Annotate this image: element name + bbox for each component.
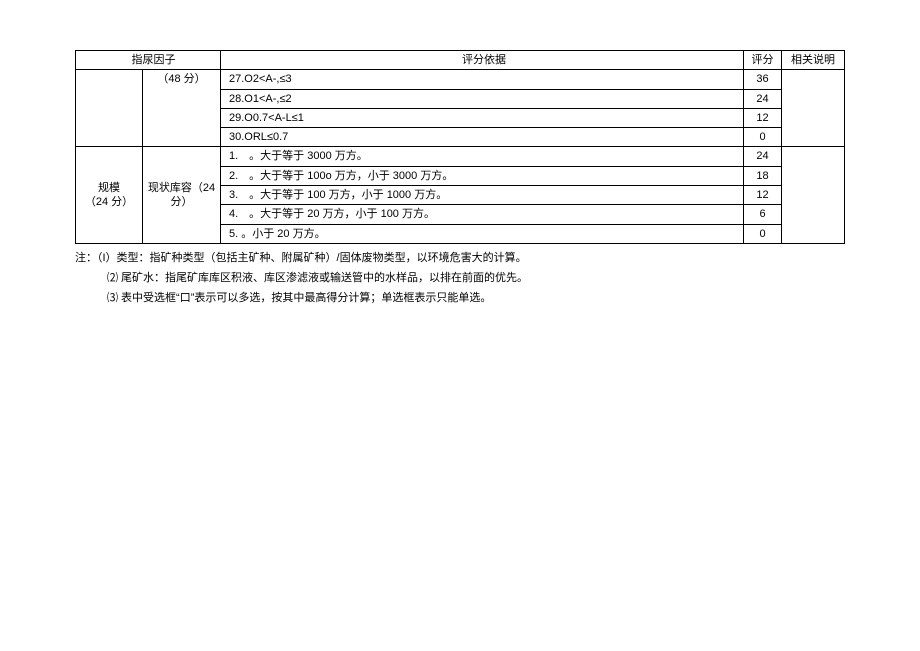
criteria-cell: 1. 。大于等于 3000 万方。	[221, 147, 744, 166]
score-cell: 0	[744, 224, 782, 243]
group2-note	[782, 147, 845, 243]
criteria-cell: 4. 。大于等于 20 万方，小于 100 万方。	[221, 205, 744, 224]
group1-factor: （48 分）	[143, 70, 221, 147]
criteria-cell: 5. 。小于 20 万方。	[221, 224, 744, 243]
footnote-2: ⑵ 尾矿水：指尾矿库库区积液、库区渗滤液或输送管中的水样品，以排在前面的优先。	[75, 269, 845, 289]
criteria-cell: 30.ORL≤0.7	[221, 128, 744, 147]
score-cell: 12	[744, 186, 782, 205]
header-factor: 尿因子	[143, 51, 221, 70]
header-score: 评分	[744, 51, 782, 70]
header-indicator: 指	[76, 51, 143, 70]
criteria-cell: 28.O1<A-,≤2	[221, 89, 744, 108]
score-cell: 12	[744, 108, 782, 127]
criteria-cell: 27.O2<A-,≤3	[221, 70, 744, 89]
score-cell: 36	[744, 70, 782, 89]
score-cell: 18	[744, 166, 782, 185]
group2-factor: 现状库容（24 分）	[143, 147, 221, 243]
header-basis: 评分依据	[221, 51, 744, 70]
score-cell: 6	[744, 205, 782, 224]
footnote-3: ⑶ 表中受选框“口”表示可以多选，按其中最高得分计算；单选框表示只能单选。	[75, 289, 845, 309]
group1-note	[782, 70, 845, 147]
footnote-1: 注：（I）类型：指矿种类型（包括主矿种、附属矿种）/固体废物类型，以环境危害大的…	[75, 249, 845, 269]
score-cell: 24	[744, 89, 782, 108]
group1-indicator	[76, 70, 143, 147]
table-header-row: 指 尿因子 评分依据 评分 相关说明	[76, 51, 845, 70]
criteria-cell: 2. 。大于等于 100o 万方，小于 3000 万方。	[221, 166, 744, 185]
criteria-cell: 29.O0.7<A-L≤1	[221, 108, 744, 127]
table-row: 规模 （24 分） 现状库容（24 分） 1. 。大于等于 3000 万方。 2…	[76, 147, 845, 166]
header-note: 相关说明	[782, 51, 845, 70]
group2-indicator-line1: 规模	[98, 182, 120, 194]
criteria-cell: 3. 。大于等于 100 万方，小于 1000 万方。	[221, 186, 744, 205]
scoring-table: 指 尿因子 评分依据 评分 相关说明 （48 分） 27.O2<A-,≤3 36…	[75, 50, 845, 244]
group2-indicator-line2: （24 分）	[85, 196, 133, 208]
footnotes: 注：（I）类型：指矿种类型（包括主矿种、附属矿种）/固体废物类型，以环境危害大的…	[75, 249, 845, 308]
group2-indicator: 规模 （24 分）	[76, 147, 143, 243]
table-row: （48 分） 27.O2<A-,≤3 36	[76, 70, 845, 89]
score-cell: 24	[744, 147, 782, 166]
score-cell: 0	[744, 128, 782, 147]
